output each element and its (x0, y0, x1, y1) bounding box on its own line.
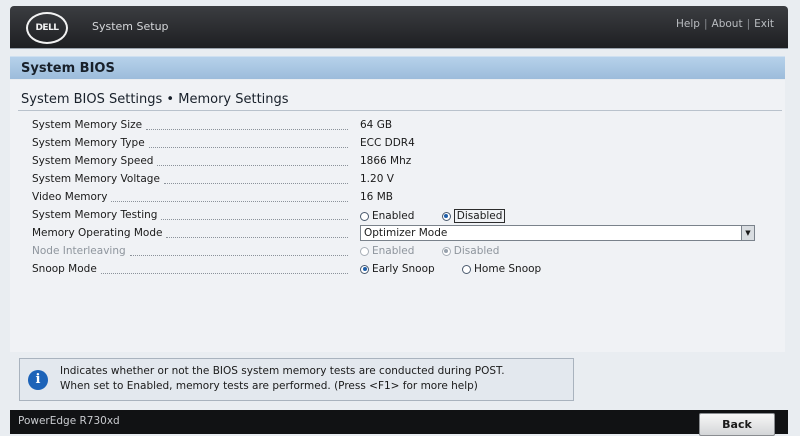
dropdown-arrow-icon[interactable]: ▼ (741, 226, 754, 240)
radio-node-interleaving-disabled: Disabled (441, 245, 500, 257)
back-button[interactable]: Back (699, 413, 775, 436)
title-divider (18, 110, 782, 111)
help-link[interactable]: Help (676, 18, 700, 30)
radio-selected-icon (441, 211, 451, 221)
about-link[interactable]: About (712, 18, 743, 30)
dot-leader (161, 211, 348, 220)
setting-row-memory-size: System Memory Size 64 GB (32, 118, 772, 135)
radio-label: Early Snoop (372, 263, 435, 275)
setting-label: System Memory Size (32, 119, 143, 131)
section-band: System BIOS (10, 56, 785, 79)
radio-memory-testing-enabled[interactable]: Enabled (360, 210, 414, 222)
radio-early-snoop[interactable]: Early Snoop (360, 263, 435, 275)
exit-link[interactable]: Exit (754, 18, 774, 30)
setting-row-memory-voltage: System Memory Voltage 1.20 V (32, 172, 772, 189)
setting-row-memory-speed: System Memory Speed 1866 Mhz (32, 154, 772, 171)
radio-node-interleaving-enabled: Enabled (360, 245, 414, 257)
dot-leader (157, 157, 348, 166)
help-panel: i Indicates whether or not the BIOS syst… (19, 358, 574, 401)
setting-value: 16 MB (360, 191, 393, 203)
help-line-1: Indicates whether or not the BIOS system… (60, 365, 505, 377)
dot-leader (148, 139, 348, 148)
app-title: System Setup (92, 20, 169, 33)
setting-value: 1.20 V (360, 173, 394, 185)
setting-label: System Memory Speed (32, 155, 154, 167)
setting-label: Node Interleaving (32, 245, 126, 257)
radio-label: Enabled (372, 210, 415, 222)
radio-circle-icon (360, 211, 369, 221)
help-text: Indicates whether or not the BIOS system… (60, 364, 505, 394)
setting-label: System Memory Testing (32, 209, 158, 221)
dot-leader (146, 121, 348, 130)
help-line-2: When set to Enabled, memory tests are pe… (60, 380, 478, 392)
dot-leader (111, 193, 348, 202)
setting-value: 1866 Mhz (360, 155, 412, 167)
setting-label: System Memory Type (32, 137, 145, 149)
setting-row-video-memory: Video Memory 16 MB (32, 190, 772, 207)
radio-circle-icon (462, 264, 472, 274)
setting-label: Memory Operating Mode (32, 227, 163, 239)
radio-label: Disabled (453, 245, 500, 257)
radio-group-memory-testing: Enabled Disabled (360, 209, 529, 224)
system-model: PowerEdge R730xd (18, 415, 120, 427)
info-icon: i (28, 370, 48, 390)
radio-selected-icon (360, 264, 369, 274)
link-separator: | (746, 18, 751, 30)
setting-row-operating-mode: Memory Operating Mode Optimizer Mode ▼ (32, 225, 772, 243)
dot-leader (129, 247, 348, 256)
dot-leader (100, 265, 348, 274)
dot-leader (163, 175, 348, 184)
setting-label: System Memory Voltage (32, 173, 160, 185)
dot-leader (166, 229, 348, 238)
dell-logo: DELL (26, 12, 68, 44)
radio-home-snoop[interactable]: Home Snoop (462, 263, 541, 275)
setting-row-memory-testing: System Memory Testing Enabled Disabled (32, 208, 772, 225)
radio-memory-testing-disabled[interactable]: Disabled (441, 209, 506, 223)
footer-bar: PowerEdge R730xd Back (10, 410, 788, 436)
radio-circle-icon (360, 246, 369, 256)
radio-selected-icon (441, 246, 451, 256)
memory-operating-mode-dropdown[interactable]: Optimizer Mode ▼ (360, 225, 755, 241)
radio-label: Enabled (372, 245, 415, 257)
setting-value: 64 GB (360, 119, 393, 131)
radio-group-snoop-mode: Early Snoop Home Snoop (360, 263, 565, 277)
radio-group-node-interleaving: Enabled Disabled (360, 245, 523, 259)
setting-row-snoop-mode: Snoop Mode Early Snoop Home Snoop (32, 262, 772, 279)
setting-row-memory-type: System Memory Type ECC DDR4 (32, 136, 772, 153)
settings-page: System BIOS Settings • Memory Settings S… (10, 80, 785, 352)
header-links: Help | About | Exit (676, 18, 774, 30)
setting-value: ECC DDR4 (360, 137, 415, 149)
radio-label: Disabled (453, 209, 506, 223)
setting-row-node-interleaving: Node Interleaving Enabled Disabled (32, 244, 772, 261)
dropdown-value: Optimizer Mode (364, 227, 448, 239)
page-title: System BIOS Settings • Memory Settings (21, 92, 289, 107)
radio-label: Home Snoop (474, 263, 542, 275)
link-separator: | (703, 18, 708, 30)
top-bar: DELL System Setup Help | About | Exit (10, 6, 788, 48)
section-title: System BIOS (21, 61, 115, 76)
setting-label: Video Memory (32, 191, 108, 203)
setting-label: Snoop Mode (32, 263, 97, 275)
